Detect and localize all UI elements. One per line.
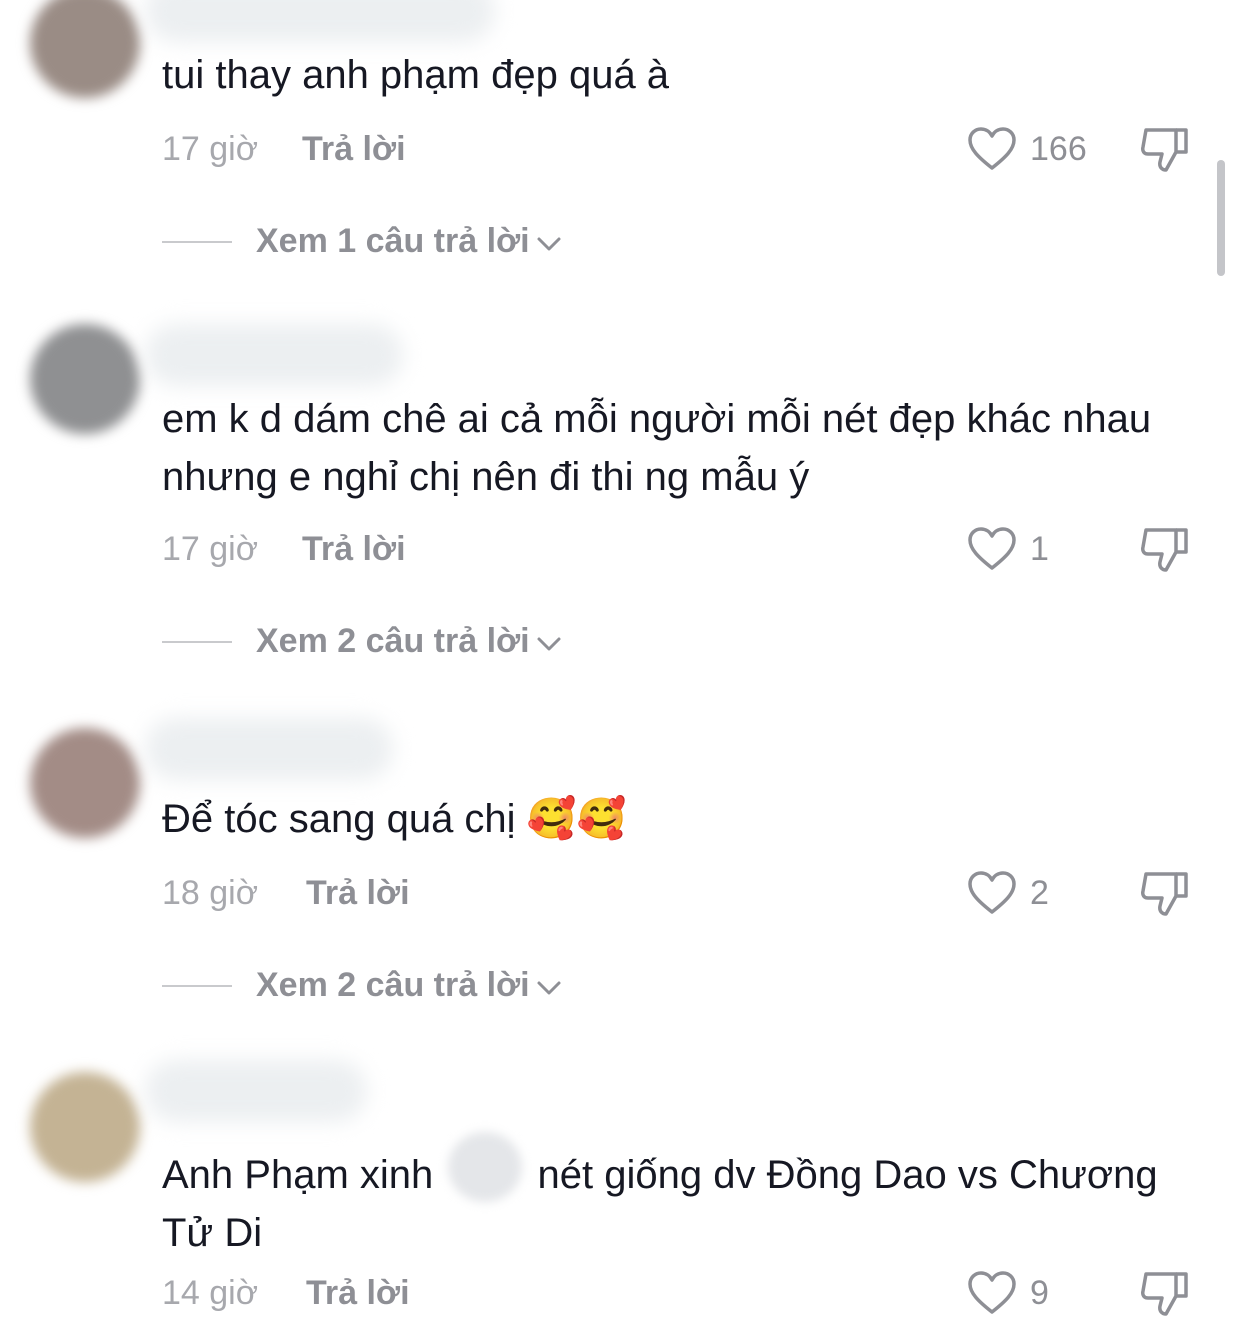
view-replies-button[interactable]: Xem 1 câu trả lời [162,222,562,261]
avatar[interactable] [30,324,140,434]
thumbs-down-icon[interactable] [1138,124,1192,176]
username-redacted[interactable] [145,324,403,386]
comment-time: 17 giờ [162,130,259,168]
like-count: 2 [1030,873,1049,912]
reply-button[interactable]: Trả lời [306,1274,410,1313]
avatar[interactable] [30,1072,140,1182]
comment-text-part-1: Anh Phạm xinh [162,1153,434,1197]
heart-outline-icon [968,527,1016,570]
scrollbar[interactable] [1217,160,1225,276]
like-button[interactable]: 166 [966,126,1087,172]
chevron-down-icon [537,981,561,994]
comment-item-4: Anh Phạm xinh nét giống dv Đồng Dao vs C… [0,1058,1235,1328]
comment-time: 14 giờ [162,1274,259,1312]
like-count: 1 [1030,529,1049,568]
heart-outline-icon [968,1271,1016,1314]
comment-text: Để tóc sang quá chị 🥰🥰 [162,790,1175,848]
divider-line [162,640,232,643]
heart-outline-icon [968,127,1016,170]
view-replies-button[interactable]: Xem 2 câu trả lời [162,622,562,661]
like-count: 166 [1030,129,1087,168]
chevron-down-icon [537,637,561,650]
comment-time: 18 giờ [162,874,259,912]
username-redacted[interactable] [145,1060,367,1122]
comment-item-1: tui thay anh phạm đẹp quá à 17 giờ Trả l… [0,0,1235,280]
reply-button[interactable]: Trả lời [302,530,406,569]
comment-item-2: em k d dám chê ai cả mỗi người mỗi nét đ… [0,318,1235,678]
divider-line [162,240,232,243]
avatar[interactable] [30,728,140,838]
comment-text: Anh Phạm xinh nét giống dv Đồng Dao vs C… [162,1132,1175,1262]
like-button[interactable]: 2 [966,870,1049,916]
comment-item-3: Để tóc sang quá chị 🥰🥰 18 giờ Trả lời 2 … [0,716,1235,1036]
like-count: 9 [1030,1273,1049,1312]
comment-text-body: Để tóc sang quá chị [162,797,516,841]
smiling-face-with-hearts-emoji: 🥰🥰 [526,796,627,842]
chevron-down-icon [537,237,561,250]
view-replies-label: Xem 2 câu trả lời [256,622,530,660]
like-button[interactable]: 1 [966,526,1049,572]
thumbs-down-icon[interactable] [1138,1268,1192,1320]
comments-screen: tui thay anh phạm đẹp quá à 17 giờ Trả l… [0,0,1235,1328]
divider-line [162,984,232,987]
heart-outline-icon [968,871,1016,914]
like-button[interactable]: 9 [966,1270,1049,1316]
reply-button[interactable]: Trả lời [306,874,410,913]
redacted-word [448,1132,523,1202]
view-replies-label: Xem 2 câu trả lời [256,966,530,1004]
view-replies-button[interactable]: Xem 2 câu trả lời [162,966,562,1005]
username-redacted[interactable] [145,0,495,42]
view-replies-label: Xem 1 câu trả lời [256,222,530,260]
comment-time: 17 giờ [162,530,259,568]
username-redacted[interactable] [145,718,393,780]
comment-text: em k d dám chê ai cả mỗi người mỗi nét đ… [162,397,1152,499]
thumbs-down-icon[interactable] [1138,524,1192,576]
avatar[interactable] [30,0,140,98]
thumbs-down-icon[interactable] [1138,868,1192,920]
comment-text: tui thay anh phạm đẹp quá à [162,53,670,97]
reply-button[interactable]: Trả lời [302,130,406,169]
